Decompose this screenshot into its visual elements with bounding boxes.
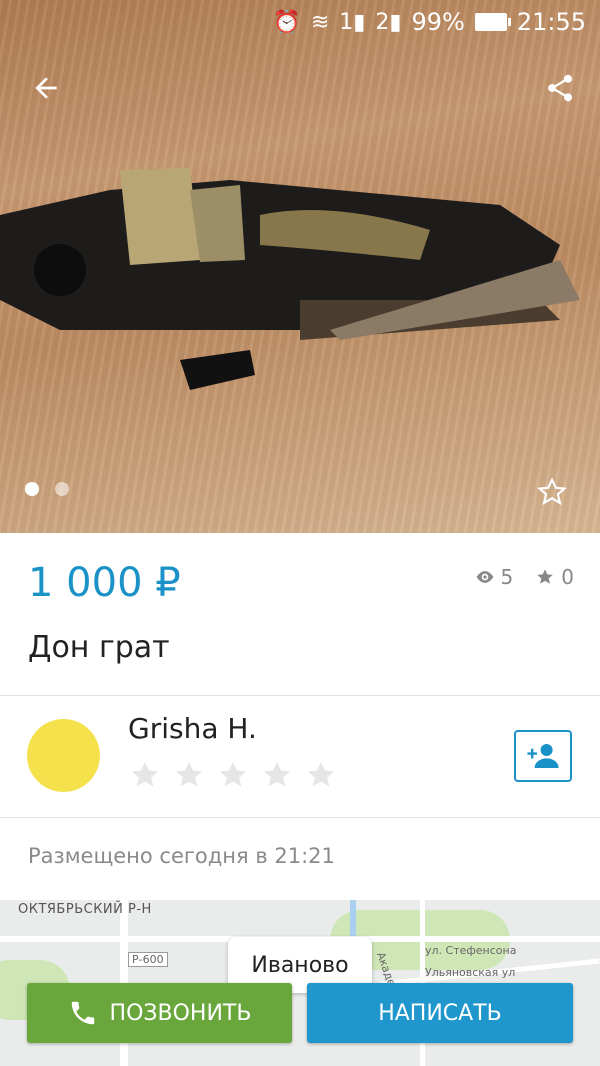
seller-name[interactable]: Grisha H. [128,712,257,745]
map-street-label: ул. Стефенсона [425,944,517,957]
status-bar: ⏰ ≋ 1▮ 2▮ 99% 21:55 [0,0,600,44]
seller-rating [128,758,338,792]
favorites-stat: 0 [535,565,574,589]
listing-title: Дон грат [28,630,170,665]
arrow-left-icon [35,77,57,99]
wifi-icon: ≋ [310,9,330,35]
rating-star-icon [131,761,159,787]
rating-star-icon [175,761,203,787]
favorites-count: 0 [561,565,574,589]
share-button[interactable] [530,58,590,118]
avatar[interactable] [27,719,100,792]
jack-image [0,168,580,390]
call-button-label: ПОЗВОНИТЬ [109,1000,252,1026]
views-count: 5 [500,565,514,589]
rating-star-icon [307,761,335,787]
call-button[interactable]: ПОЗВОНИТЬ [27,983,292,1043]
views-stat: 5 [475,565,514,589]
signal-2-icon: 2▮ [375,9,402,35]
add-contact-button[interactable] [514,730,572,782]
add-person-icon [527,744,559,768]
star-icon [537,569,554,584]
favorite-button[interactable] [528,468,576,516]
divider [0,695,600,696]
battery-percent: 99% [411,8,465,36]
listing-stats: 5 0 [475,565,574,589]
rating-star-icon [263,761,291,787]
signal-1-icon: 1▮ [339,9,366,35]
price: 1 000 ₽ [28,560,181,606]
item-photo[interactable] [0,0,600,533]
posted-date: Размещено сегодня в 21:21 [28,844,335,868]
pager-dot-active[interactable] [25,482,39,496]
eye-icon [476,571,493,583]
map-road-label: Р-600 [128,952,168,967]
share-icon [548,74,573,102]
map-district-label: ОКТЯБРЬСКИЙ Р-Н [18,902,152,917]
pager-dot[interactable] [55,482,69,496]
rating-star-icon [219,761,247,787]
back-button[interactable] [16,58,76,118]
phone-icon [71,1001,94,1025]
write-button-label: НАПИСАТЬ [378,1000,502,1026]
gallery-pager[interactable] [25,482,69,496]
divider [0,817,600,818]
map-street-label: Ульяновская ул [425,966,516,979]
battery-icon [474,13,511,31]
alarm-icon: ⏰ [273,9,301,35]
clock: 21:55 [516,8,586,36]
write-button[interactable]: НАПИСАТЬ [307,983,573,1043]
star-outline-icon [537,477,567,505]
